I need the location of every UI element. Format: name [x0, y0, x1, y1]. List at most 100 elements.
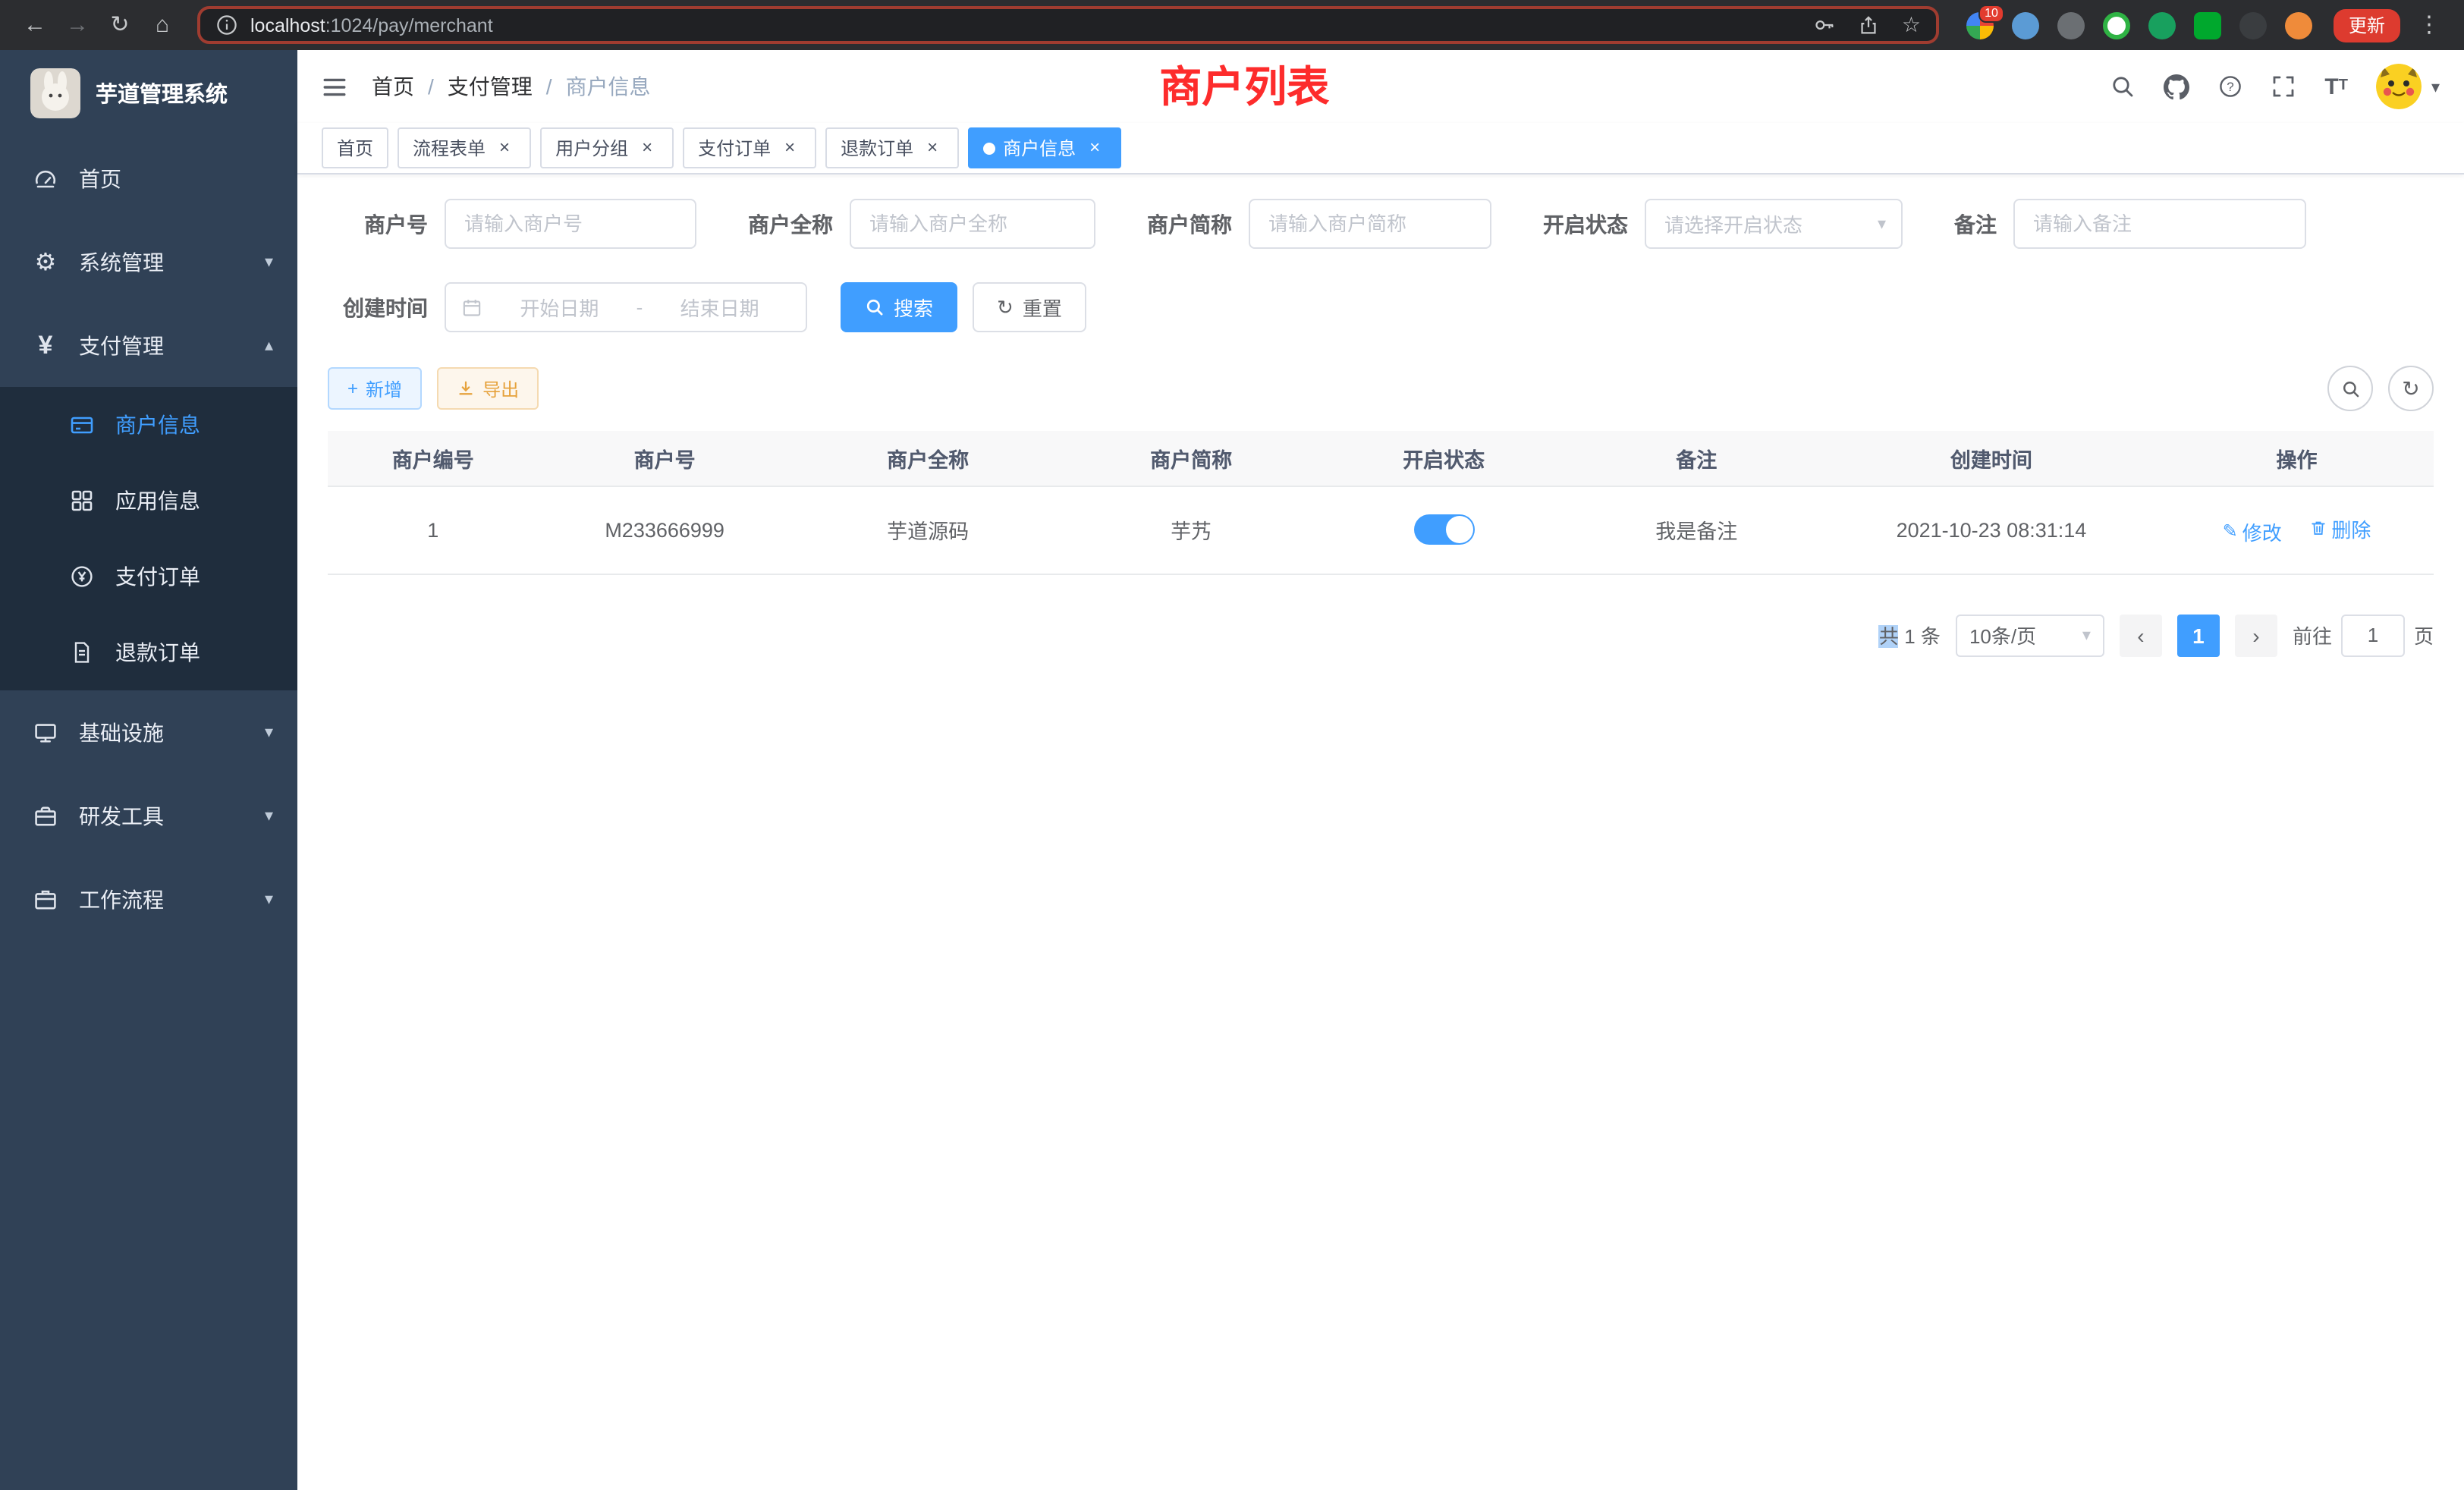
browser-forward-icon[interactable]: → — [58, 5, 97, 45]
browser-back-icon[interactable]: ← — [15, 5, 55, 45]
address-bar[interactable]: localhost:1024/pay/merchant ☆ — [197, 6, 1939, 44]
breadcrumb-home[interactable]: 首页 — [372, 71, 414, 102]
close-icon[interactable]: × — [921, 137, 944, 159]
user-avatar[interactable]: ▾ — [2377, 64, 2440, 109]
breadcrumb-current: 商户信息 — [566, 71, 651, 102]
merchant-no-input[interactable] — [445, 199, 696, 249]
goto-page-input[interactable] — [2341, 614, 2405, 656]
page-size-value: 10条/页 — [1969, 621, 2036, 649]
fullscreen-icon[interactable] — [2271, 74, 2296, 99]
tab-label: 商户信息 — [1003, 135, 1076, 161]
workflow-box-icon — [32, 887, 59, 911]
col-status: 开启状态 — [1318, 431, 1570, 486]
extension-icon-1[interactable]: 10 — [1966, 11, 1994, 39]
tab-user-group[interactable]: 用户分组× — [540, 127, 674, 168]
bookmark-star-icon[interactable]: ☆ — [1902, 12, 1921, 38]
monitor-icon — [32, 720, 59, 744]
reset-button[interactable]: ↻ 重置 — [973, 282, 1086, 332]
chevron-down-icon: ▾ — [265, 252, 273, 272]
browser-update-button[interactable]: 更新 — [2334, 8, 2400, 42]
close-icon[interactable]: × — [1083, 137, 1106, 159]
create-time-range-picker[interactable]: 开始日期 - 结束日期 — [445, 282, 807, 332]
caret-down-icon: ▾ — [2431, 77, 2440, 96]
sidebar-item-home[interactable]: 首页 — [0, 137, 297, 220]
sidebar-item-payment[interactable]: ¥ 支付管理 ▴ — [0, 303, 297, 387]
sidebar-item-label: 首页 — [79, 163, 121, 193]
tab-refund-order[interactable]: 退款订单× — [825, 127, 959, 168]
tab-label: 流程表单 — [413, 135, 486, 161]
sidebar-item-devtools[interactable]: 研发工具 ▾ — [0, 774, 297, 857]
app-logo[interactable]: 芋道管理系统 — [0, 50, 297, 137]
help-icon[interactable]: ? — [2218, 74, 2242, 99]
tab-process-form[interactable]: 流程表单 × — [398, 127, 531, 168]
chevron-down-icon: ▾ — [2082, 625, 2091, 645]
merchant-card-icon — [68, 413, 96, 437]
sidebar-toggle-icon[interactable] — [322, 74, 347, 99]
sidebar-item-infrastructure[interactable]: 基础设施 ▾ — [0, 690, 297, 774]
sidebar-item-label: 系统管理 — [79, 247, 164, 277]
sidebar-item-system[interactable]: ⚙ 系统管理 ▾ — [0, 220, 297, 303]
search-button[interactable]: 搜索 — [841, 282, 957, 332]
sidebar-item-label: 支付管理 — [79, 330, 164, 360]
sidebar-item-pay-order[interactable]: 支付订单 — [0, 539, 297, 615]
refresh-icon: ↻ — [2402, 376, 2419, 401]
extension-icon-7[interactable] — [2239, 11, 2267, 39]
next-page-button[interactable]: › — [2235, 614, 2277, 656]
tab-merchant-info[interactable]: 商户信息 × — [968, 127, 1121, 168]
browser-menu-icon[interactable]: ⋮ — [2409, 5, 2449, 45]
browser-reload-icon[interactable]: ↻ — [100, 5, 140, 45]
refresh-table-button[interactable]: ↻ — [2388, 366, 2434, 411]
cell-status — [1318, 486, 1570, 574]
sidebar-item-label: 研发工具 — [79, 800, 164, 831]
site-info-icon[interactable] — [215, 14, 238, 36]
breadcrumb-payment[interactable]: 支付管理 — [448, 71, 533, 102]
share-icon[interactable] — [1858, 14, 1881, 36]
close-icon[interactable]: × — [493, 137, 516, 159]
edit-link[interactable]: ✎修改 — [2223, 517, 2282, 545]
page-1-button[interactable]: 1 — [2177, 614, 2220, 656]
export-button[interactable]: 导出 — [437, 367, 539, 410]
extension-icon-2[interactable] — [2012, 11, 2039, 39]
extension-icon-5[interactable] — [2148, 11, 2176, 39]
extension-icon-6[interactable] — [2194, 11, 2221, 39]
sidebar-item-label: 基础设施 — [79, 717, 164, 747]
pay-order-icon — [68, 564, 96, 589]
extension-icon-4[interactable] — [2103, 11, 2130, 39]
remark-input[interactable] — [2013, 199, 2306, 249]
status-toggle[interactable] — [1413, 514, 1474, 545]
sidebar-item-app-info[interactable]: 应用信息 — [0, 463, 297, 539]
browser-profile-avatar[interactable] — [2285, 11, 2312, 39]
search-icon[interactable] — [2110, 74, 2135, 99]
extension-icon-3[interactable] — [2057, 11, 2085, 39]
cell-short-name: 芋艿 — [1065, 486, 1318, 574]
sidebar-item-merchant-info[interactable]: 商户信息 — [0, 387, 297, 463]
logo-avatar — [30, 68, 80, 118]
browser-home-icon[interactable]: ⌂ — [143, 5, 182, 45]
close-icon[interactable]: × — [778, 137, 801, 159]
svg-text:?: ? — [2227, 80, 2234, 94]
start-date-placeholder: 开始日期 — [489, 293, 630, 322]
delete-link[interactable]: 删除 — [2308, 514, 2371, 542]
tab-home[interactable]: 首页 — [322, 127, 388, 168]
col-full-name: 商户全称 — [791, 431, 1065, 486]
toggle-search-button[interactable] — [2327, 366, 2373, 411]
screen: ← → ↻ ⌂ localhost:1024/pay/merchant ☆ 10 — [0, 0, 2464, 1490]
password-key-icon[interactable] — [1814, 14, 1837, 36]
app-title: 芋道管理系统 — [96, 77, 228, 109]
date-separator: - — [636, 296, 643, 319]
status-label: 开启状态 — [1543, 209, 1628, 239]
toolbox-icon — [32, 803, 59, 828]
tab-pay-order[interactable]: 支付订单× — [683, 127, 816, 168]
font-size-icon[interactable]: TT — [2324, 75, 2348, 98]
close-icon[interactable]: × — [636, 137, 658, 159]
breadcrumb-separator: / — [546, 74, 552, 99]
sidebar-item-refund-order[interactable]: 退款订单 — [0, 615, 297, 690]
full-name-input[interactable] — [850, 199, 1095, 249]
add-button[interactable]: + 新增 — [328, 367, 422, 410]
github-icon[interactable] — [2164, 74, 2189, 99]
status-select[interactable]: 请选择开启状态 ▾ — [1645, 199, 1903, 249]
prev-page-button[interactable]: ‹ — [2120, 614, 2162, 656]
sidebar-item-workflow[interactable]: 工作流程 ▾ — [0, 857, 297, 941]
page-size-select[interactable]: 10条/页 ▾ — [1956, 614, 2104, 656]
short-name-input[interactable] — [1249, 199, 1491, 249]
